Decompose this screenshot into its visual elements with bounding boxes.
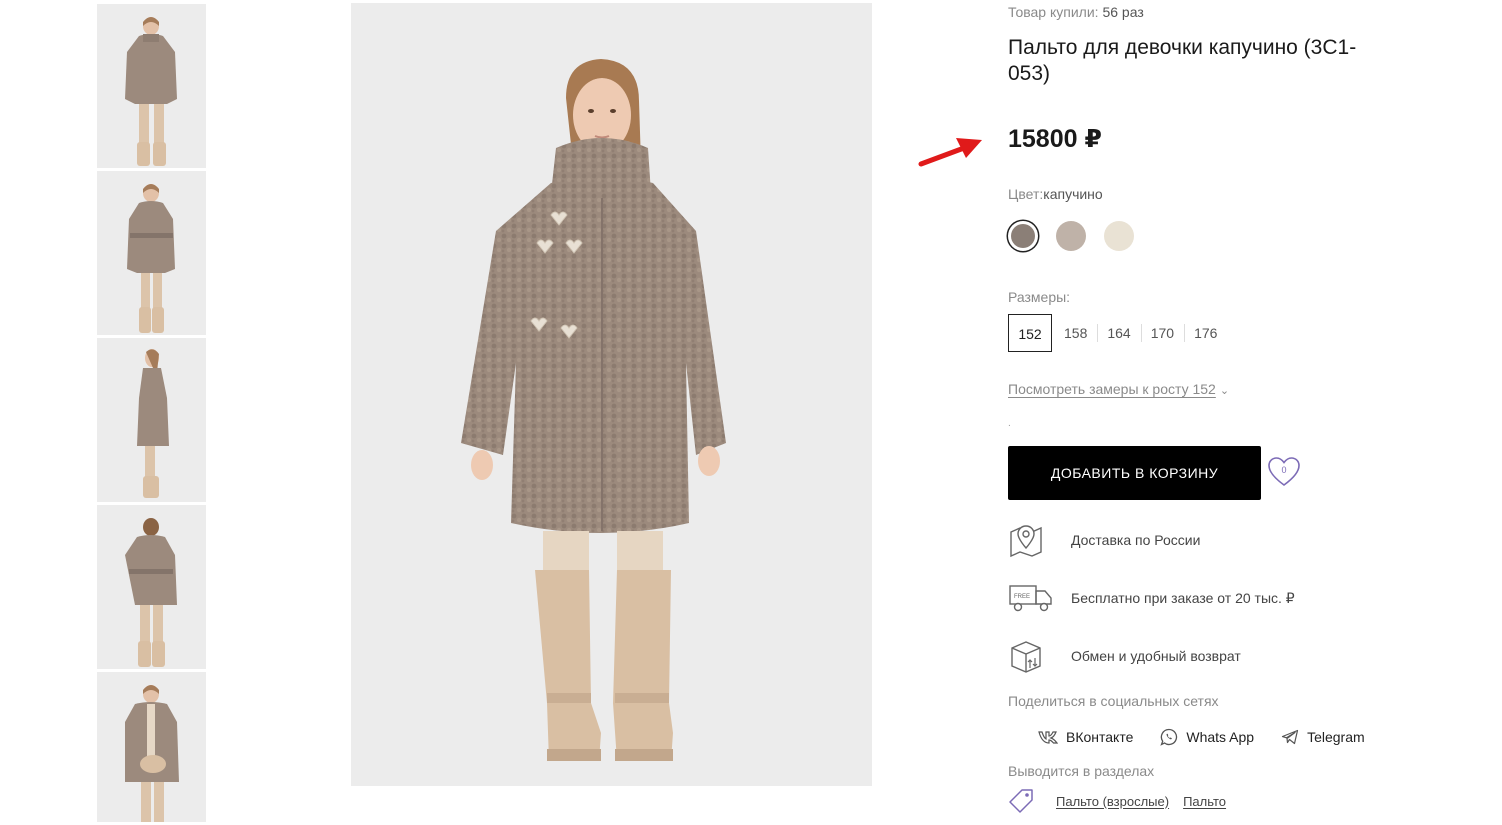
sizes-label: Размеры: <box>1008 289 1071 305</box>
telegram-icon <box>1281 729 1299 745</box>
add-to-cart-button[interactable]: ДОБАВИТЬ В КОРЗИНУ <box>1008 446 1261 500</box>
svg-text:FREE: FREE <box>1014 594 1030 600</box>
share-telegram-button[interactable]: Telegram <box>1281 729 1365 745</box>
map-pin-icon <box>1010 525 1042 558</box>
product-title: Пальто для девочки капучино (3С1-053) <box>1008 36 1357 85</box>
separator-dot: . <box>1008 418 1011 429</box>
share-label: Поделиться в социальных сетях <box>1008 693 1219 709</box>
swatch-fill <box>1011 224 1035 248</box>
vk-icon <box>1038 731 1058 744</box>
size-option-164[interactable]: 164 <box>1097 314 1140 352</box>
size-selector: 152 158 164 170 176 <box>1008 314 1227 352</box>
share-buttons: ВКонтакте Whats App Telegram <box>1038 728 1392 746</box>
feature-returns: Обмен и удобный возврат <box>1008 636 1241 676</box>
share-vk-button[interactable]: ВКонтакте <box>1038 729 1133 745</box>
swatch-fill <box>1104 221 1134 251</box>
section-link-coats[interactable]: Пальто <box>1183 794 1226 809</box>
sections-label: Выводится в разделах <box>1008 763 1155 779</box>
main-product-image[interactable] <box>351 3 872 786</box>
girl-in-coat-photo <box>351 3 872 786</box>
color-swatch-cappuccino[interactable] <box>1008 221 1038 251</box>
feature-free-shipping-text: Бесплатно при заказе от 20 тыс. ₽ <box>1071 589 1295 606</box>
thumbnail-gallery <box>97 4 206 825</box>
chevron-down-icon: ⌄ <box>1219 385 1230 397</box>
return-box-icon <box>1011 641 1041 673</box>
color-swatch-beige[interactable] <box>1056 221 1086 251</box>
tag-icon <box>1009 789 1033 813</box>
color-swatches <box>1008 221 1134 251</box>
thumbnail-back[interactable] <box>97 505 206 669</box>
purchase-count-value: 56 раз <box>1102 4 1144 20</box>
size-measurements-link[interactable]: Посмотреть замеры к росту 152 ⌄ <box>1008 381 1229 397</box>
color-swatch-cream[interactable] <box>1104 221 1134 251</box>
thumbnail-front[interactable] <box>97 4 206 168</box>
section-link-coats-adult[interactable]: Пальто (взрослые) <box>1056 794 1169 809</box>
size-option-158[interactable]: 158 <box>1054 314 1097 352</box>
size-option-152[interactable]: 152 <box>1008 314 1052 352</box>
thumbnail-bag[interactable] <box>97 672 206 822</box>
whatsapp-icon <box>1160 728 1178 746</box>
size-measurements-link-text: Посмотреть замеры к росту 152 <box>1008 381 1216 397</box>
purchase-count: Товар купили: 56 раз <box>1008 4 1144 20</box>
swatch-fill <box>1056 221 1086 251</box>
feature-returns-text: Обмен и удобный возврат <box>1071 648 1241 664</box>
feature-delivery-text: Доставка по России <box>1071 532 1201 548</box>
color-label-text: Цвет: <box>1008 186 1044 202</box>
delivery-truck-icon: FREE <box>1009 585 1052 612</box>
share-telegram-label: Telegram <box>1307 729 1365 745</box>
color-label: Цвет:капучино <box>1008 186 1103 202</box>
wishlist-button[interactable]: 0 <box>1267 455 1301 489</box>
feature-delivery: Доставка по России <box>1008 520 1200 560</box>
sections-list: Пальто (взрослые) Пальто <box>1008 788 1240 814</box>
size-option-176[interactable]: 176 <box>1184 314 1227 352</box>
feature-free-shipping: FREE Бесплатно при заказе от 20 тыс. ₽ <box>1008 578 1295 618</box>
size-option-170[interactable]: 170 <box>1140 314 1184 352</box>
product-price: 15800 ₽ <box>1008 125 1102 153</box>
color-value: капучино <box>1043 186 1103 202</box>
thumbnail-belted[interactable] <box>97 171 206 335</box>
share-whatsapp-label: Whats App <box>1186 729 1255 745</box>
share-whatsapp-button[interactable]: Whats App <box>1160 728 1254 746</box>
purchase-count-label: Товар купили: <box>1008 4 1099 20</box>
red-arrow-annotation-icon <box>918 138 982 167</box>
share-vk-label: ВКонтакте <box>1066 729 1134 745</box>
thumbnail-side[interactable] <box>97 338 206 502</box>
wishlist-count: 0 <box>1281 465 1287 475</box>
